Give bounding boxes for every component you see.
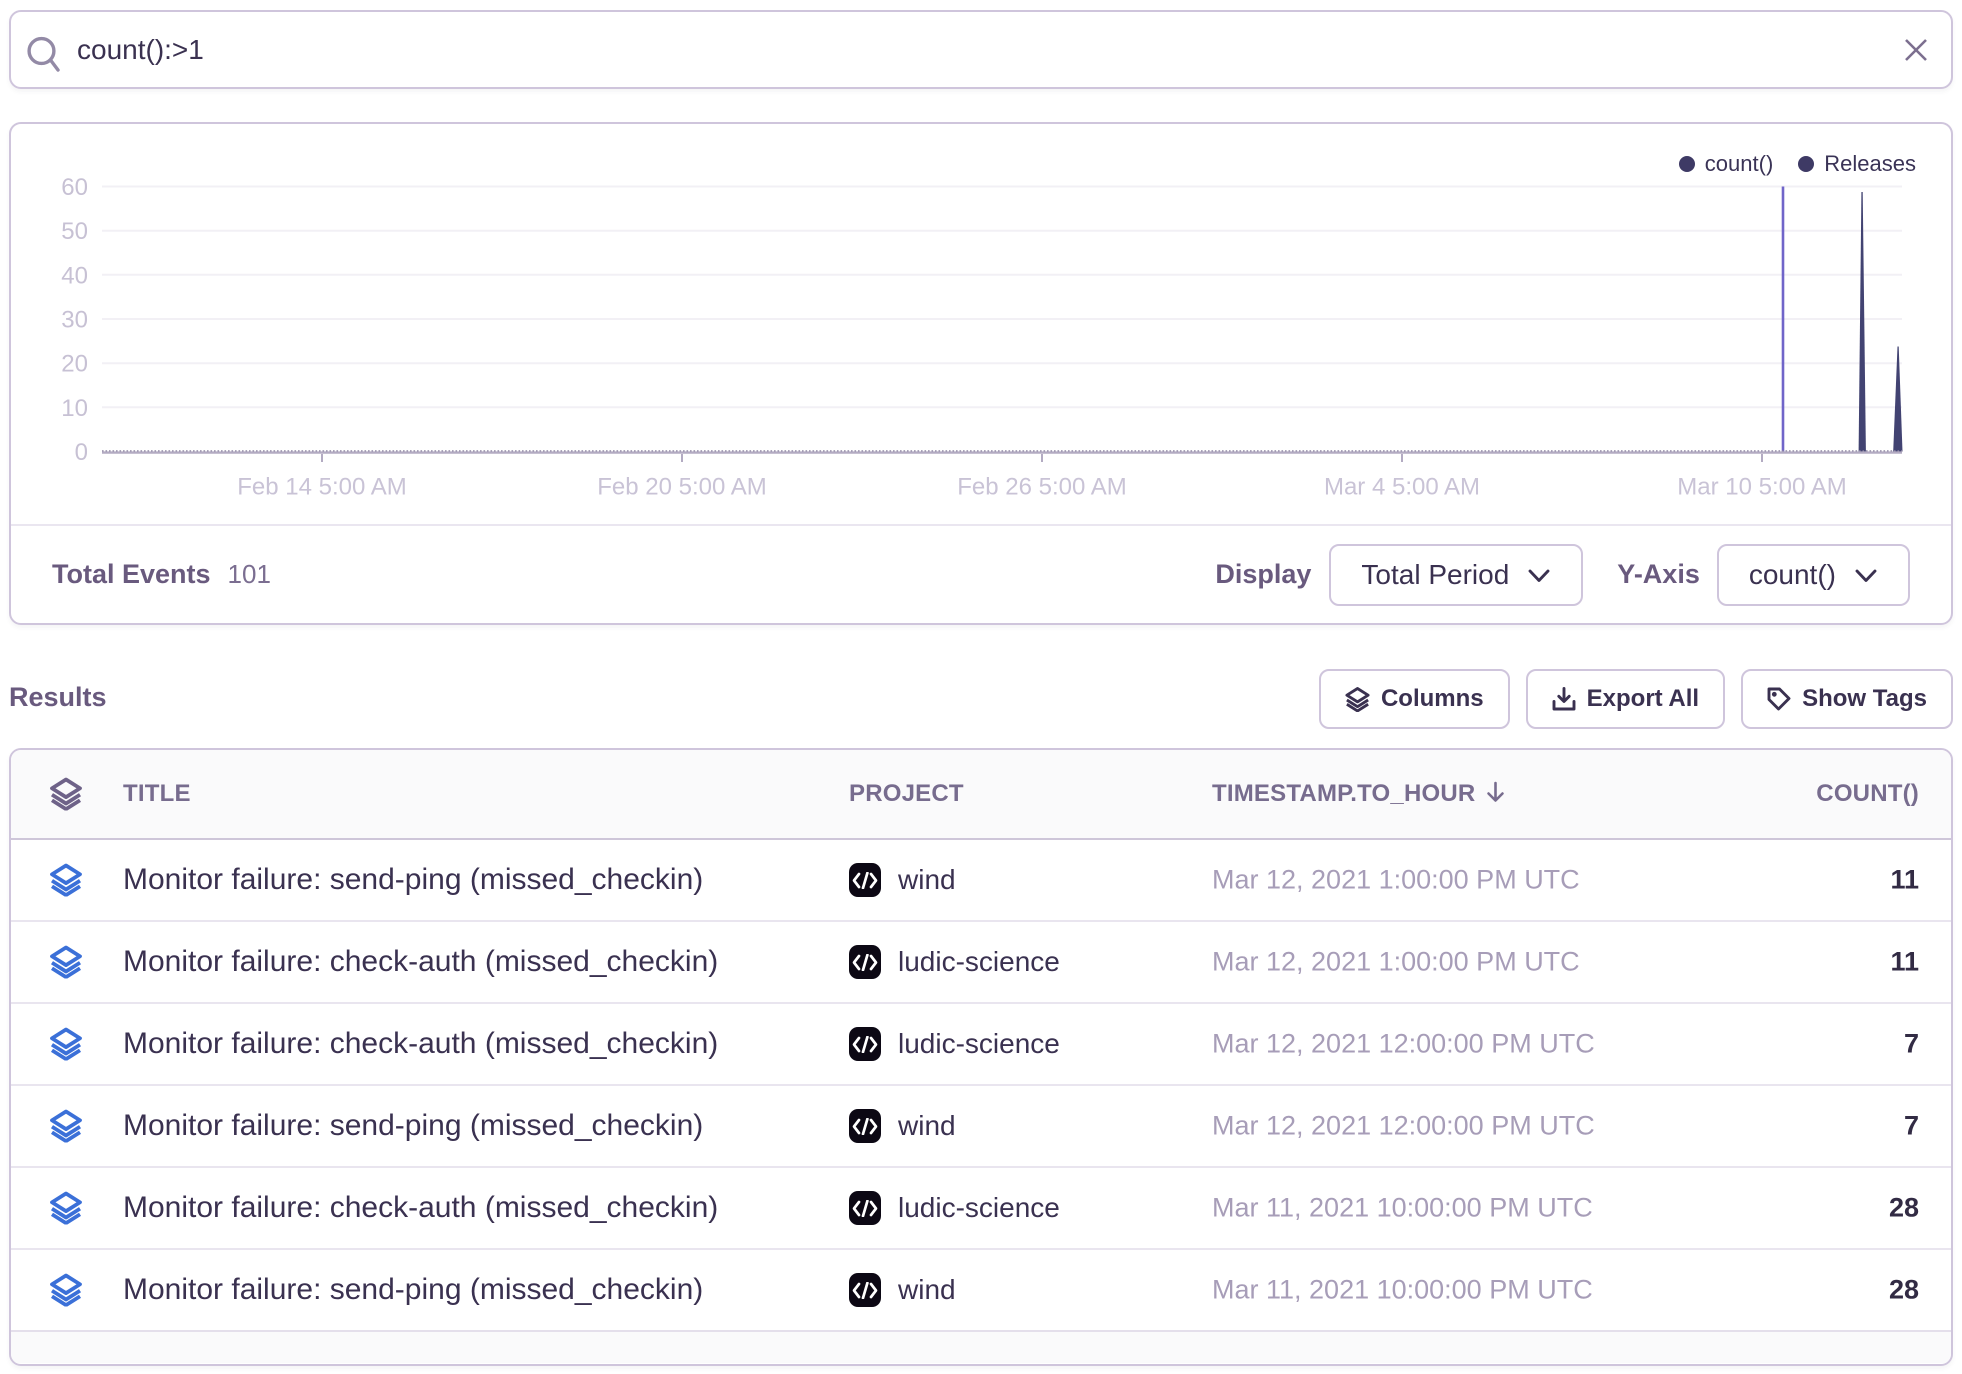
svg-text:Mar 4 5:00 AM: Mar 4 5:00 AM	[1324, 474, 1480, 501]
svg-text:Feb 20 5:00 AM: Feb 20 5:00 AM	[597, 474, 766, 501]
svg-text:Mar 10 5:00 AM: Mar 10 5:00 AM	[1677, 474, 1846, 501]
svg-text:10: 10	[61, 395, 88, 422]
svg-text:30: 30	[61, 307, 88, 334]
svg-text:Feb 14 5:00 AM: Feb 14 5:00 AM	[237, 474, 406, 501]
svg-text:60: 60	[61, 174, 88, 201]
svg-text:Feb 26 5:00 AM: Feb 26 5:00 AM	[957, 474, 1126, 501]
svg-text:20: 20	[61, 351, 88, 378]
svg-text:50: 50	[61, 218, 88, 245]
svg-text:0: 0	[75, 439, 88, 466]
svg-text:40: 40	[61, 262, 88, 289]
